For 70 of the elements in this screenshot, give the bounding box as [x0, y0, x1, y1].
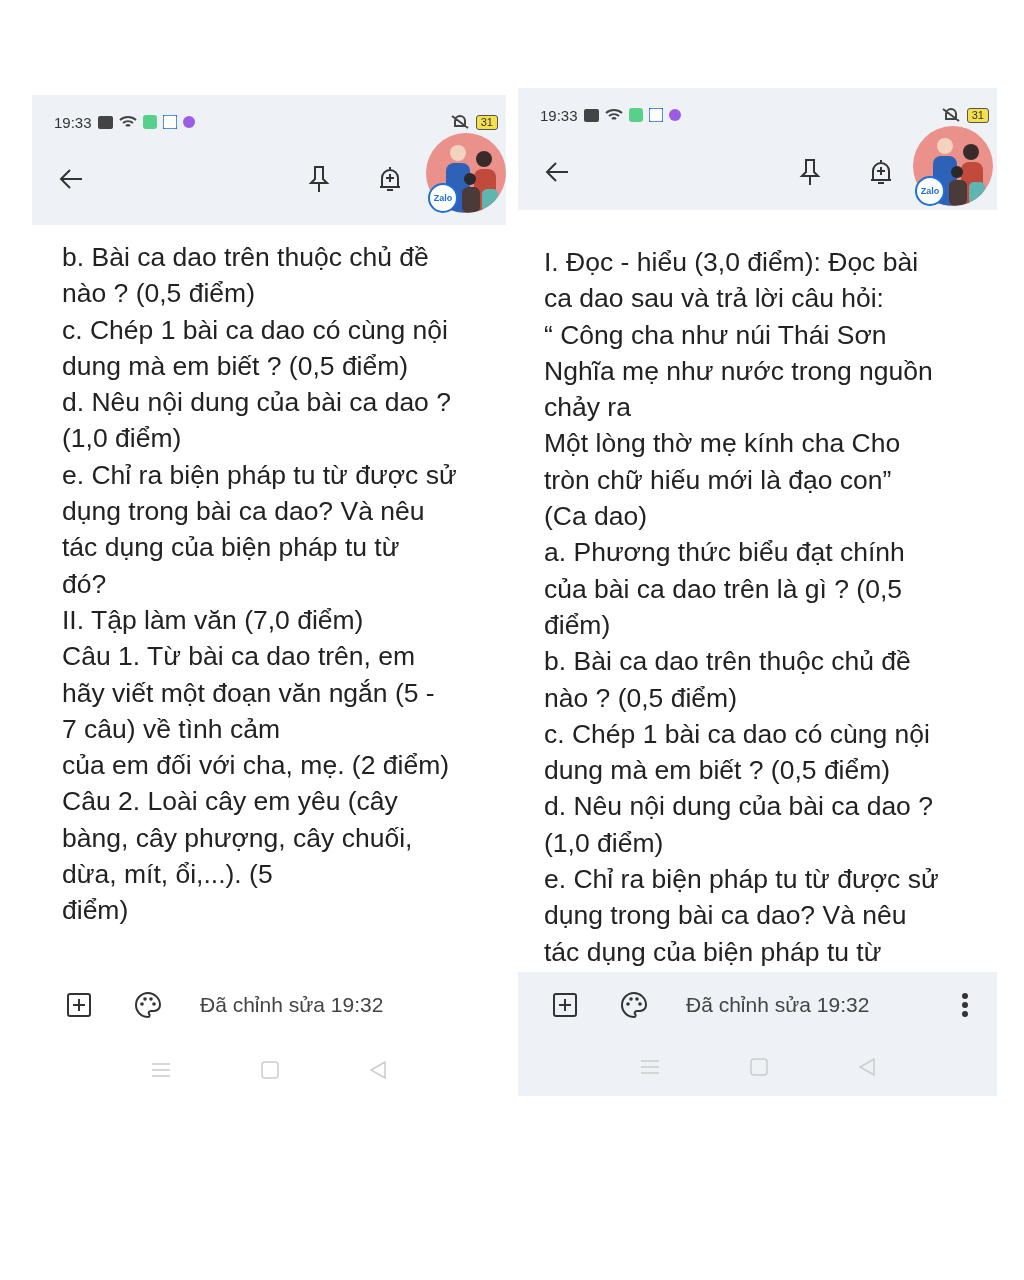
app-icon — [162, 115, 177, 129]
app-badge: Zalo — [428, 183, 458, 213]
note-text-line: tròn chữ hiếu mới là đạo con” — [544, 463, 893, 497]
note-text-line: c. Chép 1 bài ca dao có cùng nội — [544, 717, 931, 751]
mute-icon — [940, 107, 961, 123]
edited-time: Đã chỉnh sửa 19:32 — [686, 993, 871, 1017]
note-text-line: dung mà em biết ? (0,5 điểm) — [544, 754, 892, 788]
status-time: 19:33 — [54, 113, 92, 131]
note-text-line: b. Bài ca dao trên thuộc chủ đề — [544, 645, 912, 679]
back-arrow-icon — [544, 161, 570, 183]
note-text-line: (Ca dao) — [544, 500, 649, 534]
note-text-line: dụng trong bài ca dao? Và nêu — [544, 899, 908, 933]
note-text-line: d. Nêu nội dung của bài ca dao ? — [62, 386, 452, 420]
wifi-icon — [604, 108, 623, 122]
note-text-line: ca dao sau và trả lời câu hỏi: — [544, 282, 885, 316]
message-icon — [97, 115, 113, 129]
bell-plus-icon — [378, 165, 402, 193]
app-badge: Zalo — [915, 176, 945, 206]
app-icon — [142, 115, 157, 129]
note-text-line: Một lòng thờ mẹ kính cha Cho — [544, 427, 902, 461]
note-text-line: I. Đọc - hiểu (3,0 điểm): Đọc bài — [544, 246, 920, 279]
pin-icon — [308, 165, 330, 193]
battery-level: 31 — [966, 107, 989, 123]
note-text-line: Câu 1. Từ bài ca dao trên, em — [62, 640, 417, 674]
note-text-line: “ Công cha như núi Thái Sơn — [544, 318, 888, 352]
note-text-line: của em đối với cha, mẹ. (2 điểm) — [62, 749, 451, 783]
chat-icon — [182, 116, 195, 128]
note-text-line: 7 câu) về tình cảm — [62, 712, 281, 746]
note-text-line: nào ? (0,5 điểm) — [62, 277, 256, 311]
note-text-line: hãy viết một đoạn văn ngắn (5 - — [62, 676, 436, 710]
add-box-icon — [552, 992, 578, 1018]
note-text-line: điểm) — [62, 894, 130, 928]
note-text-line: e. Chỉ ra biện pháp tu từ được sử — [544, 863, 940, 897]
note-text-line: II. Tập làm văn (7,0 điểm) — [62, 603, 365, 637]
note-text-line: d. Nêu nội dung của bài ca dao ? — [544, 790, 934, 824]
pin-icon — [799, 158, 821, 186]
add-box-icon — [66, 992, 92, 1018]
note-text-line: (1,0 điểm) — [544, 826, 665, 860]
note-text-line: đó? — [62, 567, 108, 601]
note-text-line: a. Phương thức biểu đạt chính — [544, 536, 906, 570]
bell-plus-icon — [869, 158, 893, 186]
wifi-icon — [118, 115, 137, 129]
note-text-line: dung mà em biết ? (0,5 điểm) — [62, 349, 410, 383]
app-icon — [628, 108, 643, 122]
battery-level: 31 — [475, 114, 498, 130]
note-text-line: nào ? (0,5 điểm) — [544, 681, 738, 715]
note-text-line: chảy ra — [544, 391, 632, 425]
palette-icon — [620, 991, 648, 1019]
note-text-line: điểm) — [544, 608, 612, 642]
back-arrow-icon — [58, 168, 84, 190]
note-text-line: dụng trong bài ca dao? Và nêu — [62, 495, 426, 529]
status-time: 19:33 — [540, 106, 578, 124]
note-text-line: tác dụng của biện pháp tu từ — [62, 531, 401, 565]
note-text-line: của bài ca dao trên là gì ? (0,5 — [544, 572, 903, 606]
app-icon — [648, 108, 663, 122]
note-text-line: c. Chép 1 bài ca dao có cùng nội — [62, 313, 449, 347]
more-icon — [961, 992, 969, 1018]
note-text-line: bàng, cây phượng, cây chuối, — [62, 821, 414, 855]
note-text-line: Nghĩa mẹ như nước trong nguồn — [544, 354, 934, 388]
note-text-line: tác dụng của biện pháp tu từ — [544, 935, 883, 969]
note-text-line: e. Chỉ ra biện pháp tu từ được sử — [62, 458, 458, 492]
mute-icon — [449, 114, 470, 130]
chat-icon — [668, 109, 681, 121]
message-icon — [583, 108, 599, 122]
note-text-line: (1,0 điểm) — [62, 422, 183, 456]
edited-time: Đã chỉnh sửa 19:32 — [200, 993, 385, 1017]
note-text-line: b. Bài ca dao trên thuộc chủ đề — [62, 241, 430, 274]
note-text-line: dừa, mít, ổi,...). (5 — [62, 858, 274, 892]
note-text-line: Câu 2. Loài cây em yêu (cây — [62, 785, 399, 819]
palette-icon — [134, 991, 162, 1019]
